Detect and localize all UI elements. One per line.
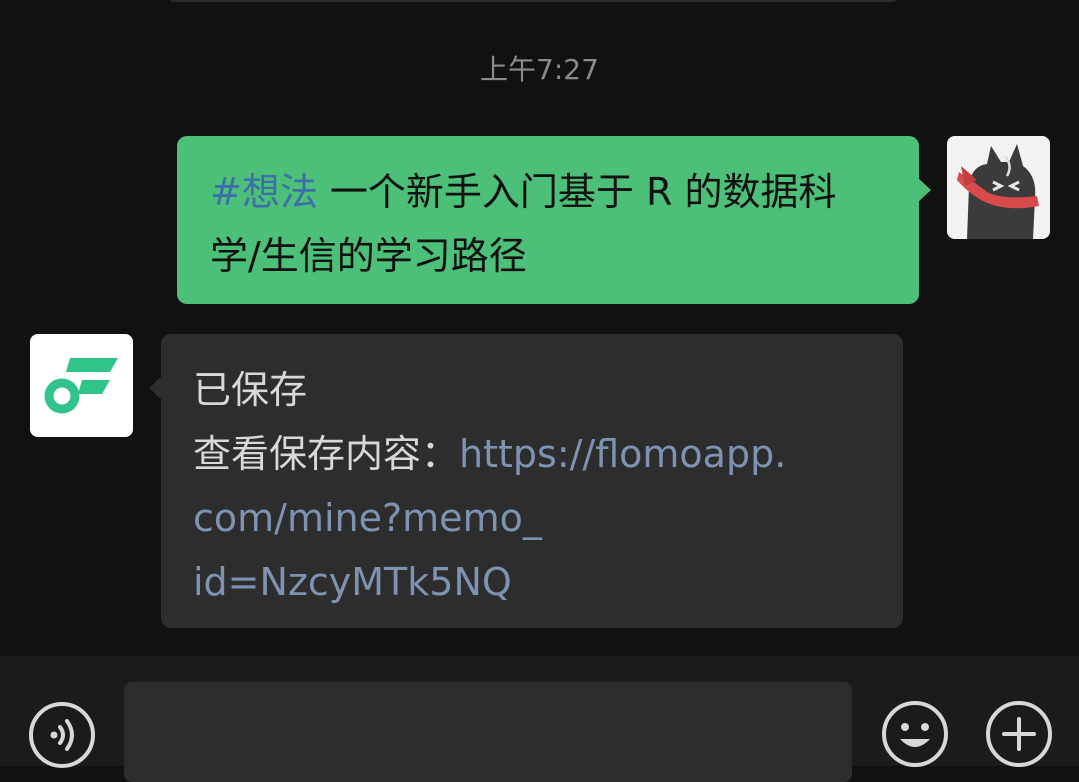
emoji-button[interactable] — [880, 699, 950, 769]
emoji-icon — [882, 701, 948, 767]
voice-button[interactable] — [27, 700, 97, 770]
flomo-logo-icon — [30, 334, 133, 437]
message-input[interactable] — [124, 682, 852, 782]
message-timestamp: 上午7:27 — [480, 53, 599, 86]
saved-status-text: 已保存 — [193, 368, 308, 412]
sent-message-bubble[interactable]: #想法 一个新手入门基于 R 的数据科 学/生信的学习路径 — [177, 136, 931, 304]
cat-avatar-icon — [947, 136, 1050, 239]
memo-link-part-2[interactable]: com/mine?memo_ — [193, 486, 875, 550]
view-saved-label: 查看保存内容： — [193, 432, 460, 476]
bot-avatar[interactable] — [30, 334, 133, 437]
received-message-line-2: 查看保存内容：https://flomoapp. — [193, 422, 875, 486]
sent-message-text-1: 一个新手入门基于 R 的数据科 — [317, 170, 837, 214]
voice-icon — [29, 702, 95, 768]
memo-link-part-1[interactable]: https://flomoapp. — [459, 432, 786, 476]
received-message-bubble[interactable]: 已保存 查看保存内容：https://flomoapp. com/mine?me… — [149, 334, 903, 628]
hashtag[interactable]: #想法 — [210, 170, 318, 214]
memo-link-part-3[interactable]: id=NzcyMTk5NQ — [193, 550, 875, 614]
user-avatar[interactable] — [947, 136, 1050, 239]
previous-message-bubble — [168, 0, 898, 2]
more-button[interactable] — [984, 699, 1054, 769]
plus-icon — [986, 701, 1052, 767]
sent-message-text-2: 学/生信的学习路径 — [210, 234, 527, 278]
sent-message-line-1: #想法 一个新手入门基于 R 的数据科 — [210, 160, 891, 224]
